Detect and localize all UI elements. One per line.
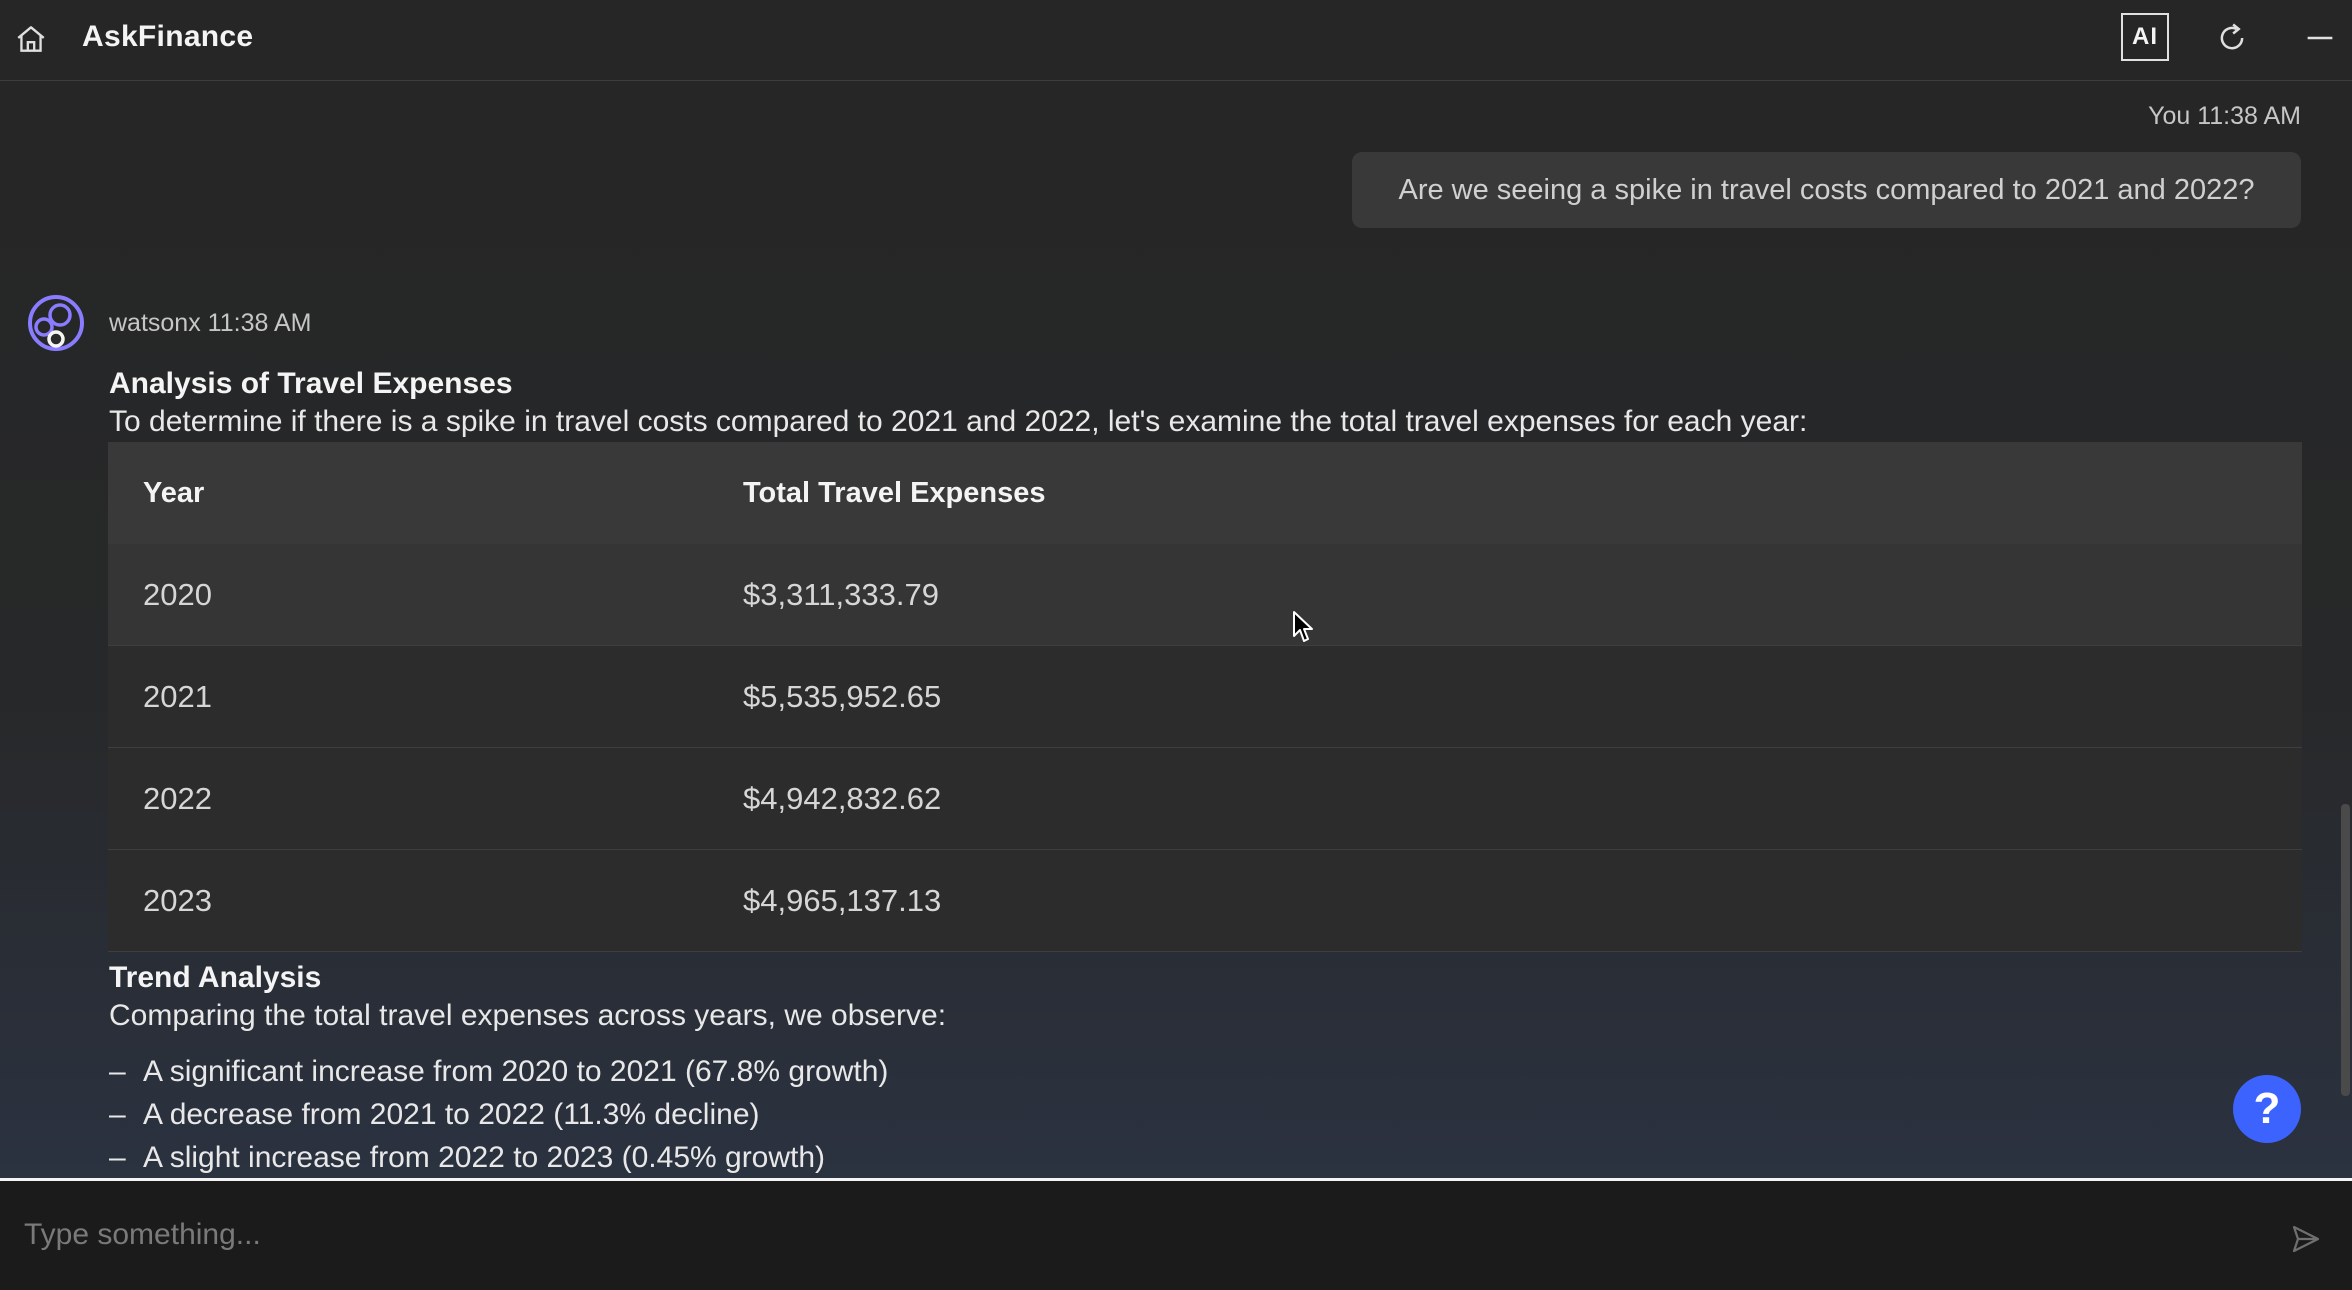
- user-message-meta: You 11:38 AM: [2148, 102, 2301, 131]
- cell-year: 2023: [143, 882, 212, 918]
- cell-total: $4,965,137.13: [743, 882, 942, 918]
- header: AskFinance AI: [0, 0, 2352, 81]
- bot-sender: watsonx: [109, 309, 201, 337]
- table-row: 2021 $5,535,952.65: [108, 646, 2302, 748]
- minimize-button[interactable]: [2302, 20, 2338, 56]
- bullet-text: A decrease from 2021 to 2022 (11.3% decl…: [143, 1098, 760, 1131]
- send-button[interactable]: [2290, 1223, 2322, 1255]
- send-icon: [2292, 1225, 2320, 1253]
- list-item: – A decrease from 2021 to 2022 (11.3% dec…: [109, 1093, 888, 1136]
- message-input[interactable]: [22, 1209, 2266, 1261]
- trend-list: – A significant increase from 2020 to 202…: [109, 1050, 888, 1178]
- table-header: Year Total Travel Expenses: [108, 442, 2302, 544]
- cell-total: $5,535,952.65: [743, 678, 942, 714]
- home-button[interactable]: [14, 22, 48, 56]
- bullet-text: A significant increase from 2020 to 2021…: [143, 1055, 889, 1088]
- trend-heading: Trend Analysis: [109, 961, 322, 994]
- refresh-icon: [2220, 23, 2244, 50]
- bot-message-meta: watsonx 11:38 AM: [109, 309, 311, 338]
- cell-total: $3,311,333.79: [743, 576, 939, 612]
- table-row: 2023 $4,965,137.13: [108, 850, 2302, 952]
- home-icon: [17, 26, 45, 52]
- app-title: AskFinance: [82, 20, 254, 53]
- list-item: – A slight increase from 2022 to 2023 (0.…: [109, 1136, 888, 1178]
- bot-time: 11:38 AM: [207, 309, 312, 337]
- user-time: 11:38 AM: [2197, 102, 2301, 130]
- help-icon: ?: [2253, 1084, 2281, 1133]
- bullet-text: A slight increase from 2022 to 2023 (0.4…: [143, 1141, 826, 1174]
- mouse-cursor-icon: [1293, 611, 1313, 642]
- composer: [0, 1178, 2352, 1290]
- bullet-dash: –: [109, 1055, 126, 1088]
- expenses-table: Year Total Travel Expenses 2020 $3,311,3…: [108, 442, 2302, 952]
- user-message-bubble: Are we seeing a spike in travel costs co…: [1352, 152, 2301, 228]
- minimize-icon: [2307, 36, 2333, 40]
- trend-intro: Comparing the total travel expenses acro…: [109, 999, 947, 1032]
- cell-year: 2022: [143, 780, 212, 816]
- refresh-button[interactable]: [2214, 20, 2250, 56]
- scrollbar-thumb[interactable]: [2341, 804, 2350, 1096]
- analysis-intro: To determine if there is a spike in trav…: [109, 405, 1808, 438]
- chat-transcript[interactable]: You 11:38 AM Are we seeing a spike in tr…: [0, 81, 2352, 1178]
- column-header-year: Year: [143, 476, 205, 509]
- cell-total: $4,942,832.62: [743, 780, 942, 816]
- table-row: 2020 $3,311,333.79: [108, 544, 2302, 646]
- user-sender: You: [2148, 102, 2191, 130]
- list-item: – A significant increase from 2020 to 202…: [109, 1050, 888, 1093]
- bullet-dash: –: [109, 1098, 126, 1131]
- analysis-heading: Analysis of Travel Expenses: [109, 367, 513, 400]
- watsonx-avatar-icon: [28, 295, 84, 351]
- help-button[interactable]: ?: [2233, 1075, 2301, 1143]
- ai-button[interactable]: AI: [2121, 13, 2169, 61]
- cell-year: 2021: [143, 678, 212, 714]
- watsonx-avatar: [26, 293, 86, 353]
- bullet-dash: –: [109, 1141, 126, 1174]
- cell-year: 2020: [143, 576, 212, 612]
- table-row: 2022 $4,942,832.62: [108, 748, 2302, 850]
- column-header-total: Total Travel Expenses: [743, 476, 1046, 509]
- askfinance-app: AskFinance AI You 11:38 AM Are we seeing…: [0, 0, 2352, 1290]
